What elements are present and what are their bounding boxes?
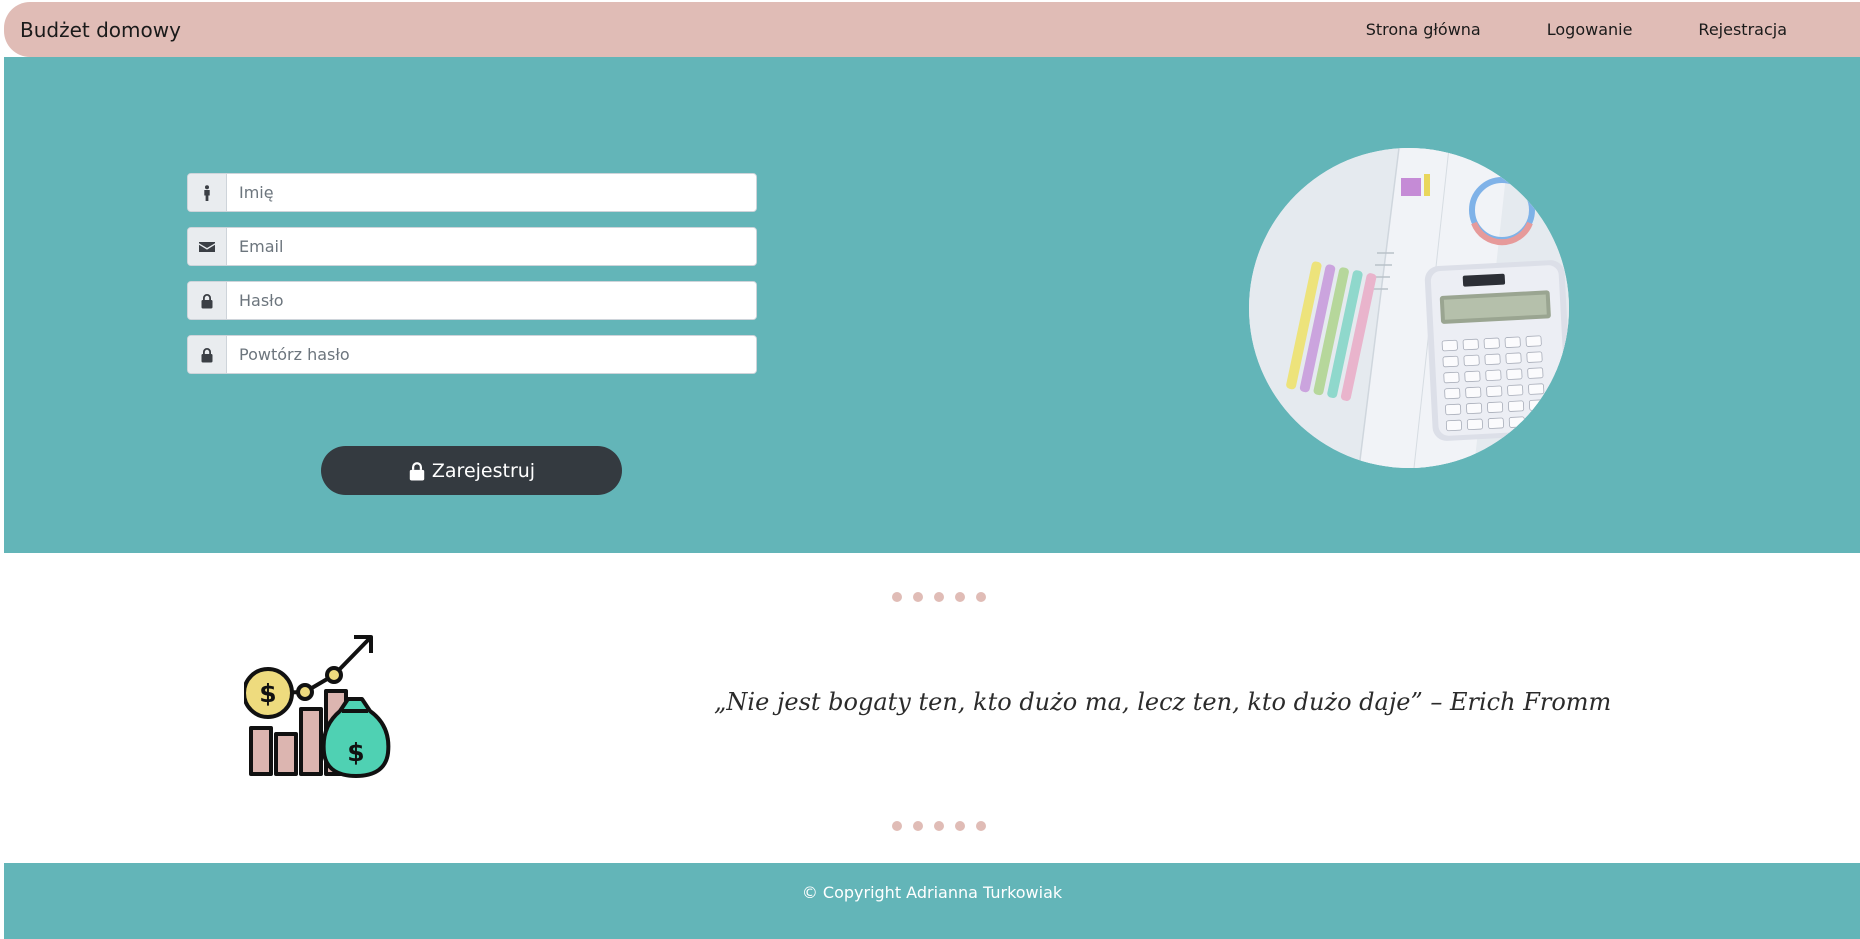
quote-text: „Nie jest bogaty ten, kto dużo ma, lecz … bbox=[714, 688, 1612, 716]
lock-icon bbox=[409, 461, 425, 480]
navbar: Budżet domowy Strona główna Logowanie Re… bbox=[4, 2, 1860, 57]
dot bbox=[892, 821, 902, 831]
quote-section: $ $ „Nie jest bogaty ten, kto dużo ma, l… bbox=[4, 553, 1860, 863]
dot bbox=[913, 821, 923, 831]
dot bbox=[913, 592, 923, 602]
email-input[interactable] bbox=[227, 228, 756, 265]
email-field-group bbox=[187, 227, 757, 266]
person-icon bbox=[188, 174, 227, 211]
svg-text:$: $ bbox=[259, 679, 276, 708]
dot bbox=[976, 592, 986, 602]
nav-link-login[interactable]: Logowanie bbox=[1514, 20, 1666, 39]
password-field-group bbox=[187, 281, 757, 320]
register-button[interactable]: Zarejestruj bbox=[321, 446, 622, 495]
dot bbox=[955, 821, 965, 831]
nav-link-register[interactable]: Rejestracja bbox=[1665, 20, 1820, 39]
registration-form: Zarejestruj bbox=[187, 173, 757, 495]
dot bbox=[955, 592, 965, 602]
decorative-dots bbox=[892, 821, 986, 831]
hero-section: Zarejestruj bbox=[4, 57, 1860, 553]
name-input[interactable] bbox=[227, 174, 756, 211]
nav-links: Strona główna Logowanie Rejestracja bbox=[1333, 2, 1820, 57]
lock-icon bbox=[188, 336, 227, 373]
decorative-dots bbox=[892, 592, 986, 602]
calculator-photo bbox=[1249, 148, 1569, 468]
repeat-password-input[interactable] bbox=[227, 336, 756, 373]
nav-link-home[interactable]: Strona główna bbox=[1333, 20, 1514, 39]
dot bbox=[892, 592, 902, 602]
dot bbox=[976, 821, 986, 831]
lock-icon bbox=[188, 282, 227, 319]
envelope-icon bbox=[188, 228, 227, 265]
footer: © Copyright Adrianna Turkowiak bbox=[4, 863, 1860, 939]
name-field-group bbox=[187, 173, 757, 212]
password-input[interactable] bbox=[227, 282, 756, 319]
svg-text:$: $ bbox=[347, 738, 364, 767]
repeat-password-field-group bbox=[187, 335, 757, 374]
brand-logo[interactable]: Budżet domowy bbox=[20, 18, 181, 42]
register-button-label: Zarejestruj bbox=[431, 459, 536, 482]
dot bbox=[934, 592, 944, 602]
money-growth-icon: $ $ bbox=[244, 635, 391, 778]
dot bbox=[934, 821, 944, 831]
copyright-text: © Copyright Adrianna Turkowiak bbox=[801, 883, 1063, 902]
